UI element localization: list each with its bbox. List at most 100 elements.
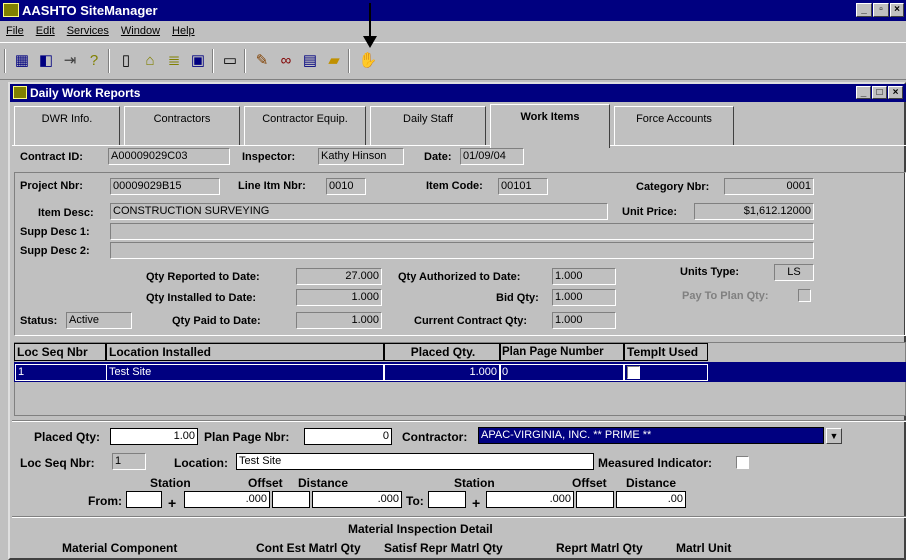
toolbar-separator	[212, 49, 214, 73]
tab-force-accounts[interactable]: Force Accounts	[614, 106, 734, 146]
category-nbr-label: Category Nbr:	[636, 181, 710, 193]
contractor-label: Contractor:	[402, 430, 468, 444]
item-desc-label: Item Desc:	[38, 207, 94, 219]
templt-used-checkbox[interactable]	[627, 366, 640, 379]
date-field: 01/09/04	[460, 148, 524, 165]
to-plus-sign: +	[472, 495, 481, 511]
sub-restore-button[interactable]: □	[872, 86, 887, 99]
save-icon[interactable]: ▣	[188, 51, 208, 71]
chevron-down-icon[interactable]: ▼	[826, 428, 842, 444]
col-templt-used[interactable]: Templt Used	[624, 343, 708, 361]
toolbar-separator	[244, 49, 246, 73]
qty-authorized-field: 1.000	[552, 268, 616, 285]
col-loc-seq-nbr[interactable]: Loc Seq Nbr	[14, 343, 106, 361]
col-satisf-repr-matrl-qty: Satisf Repr Matrl Qty	[384, 541, 503, 555]
tab-dwr-info[interactable]: DWR Info.	[14, 106, 120, 146]
open-icon[interactable]: ⌂	[140, 51, 160, 71]
qty-paid-label: Qty Paid to Date:	[172, 315, 261, 327]
menu-services[interactable]: Services	[67, 25, 109, 37]
col-placed-qty[interactable]: Placed Qty.	[384, 343, 500, 361]
cell-placed-qty[interactable]: 1.000	[384, 364, 500, 381]
measured-indicator-checkbox[interactable]	[736, 456, 749, 469]
contract-id-label: Contract ID:	[20, 151, 83, 163]
menu-help[interactable]: Help	[172, 25, 195, 37]
menu-window[interactable]: Window	[121, 25, 160, 37]
status-field: Active	[66, 312, 132, 329]
sub-minimize-button[interactable]: _	[856, 86, 871, 99]
sub-close-button[interactable]: ×	[888, 86, 903, 99]
to-offset-input[interactable]	[576, 491, 614, 508]
app-title: AASHTO SiteManager	[22, 3, 158, 18]
project-nbr-field: 00009029B15	[110, 178, 220, 195]
tab-contractors[interactable]: Contractors	[124, 106, 240, 146]
col-material-component: Material Component	[62, 541, 178, 555]
comment-icon[interactable]: ▭	[220, 51, 240, 71]
exit-icon[interactable]: ⇥	[60, 51, 80, 71]
from-offset-input[interactable]	[272, 491, 310, 508]
to-station-2-input[interactable]: .000	[486, 491, 574, 508]
menu-bar: File Edit Services Window Help	[0, 21, 906, 41]
help-icon[interactable]: ?	[84, 51, 104, 71]
to-label: To:	[406, 494, 424, 508]
supp-desc-1-field	[110, 223, 814, 240]
qty-installed-label: Qty Installed to Date:	[146, 292, 257, 304]
loc-seq-nbr-label: Loc Seq Nbr:	[20, 456, 95, 470]
link-icon[interactable]: ∞	[276, 51, 296, 71]
templates-icon[interactable]: ✋	[358, 51, 378, 71]
placed-qty-label: Placed Qty:	[34, 430, 101, 444]
pay-to-plan-checkbox[interactable]	[798, 289, 811, 302]
to-station-1-input[interactable]	[428, 491, 466, 508]
line-item-label: Line Itm Nbr:	[238, 180, 306, 192]
toolbar-separator	[108, 49, 110, 73]
menu-file[interactable]: File	[6, 25, 24, 37]
measured-indicator-label: Measured Indicator:	[598, 456, 713, 470]
app-title-bar: AASHTO SiteManager _ ▫ ×	[0, 0, 906, 21]
unit-price-field: $1,612.12000	[694, 203, 814, 220]
folder-icon[interactable]: ▰	[324, 51, 344, 71]
from-station-2-input[interactable]: .000	[184, 491, 270, 508]
loc-seq-nbr-field: 1	[112, 453, 146, 470]
inspector-label: Inspector:	[242, 151, 296, 163]
save-all-icon[interactable]: ◧	[36, 51, 56, 71]
menu-edit[interactable]: Edit	[36, 25, 55, 37]
new-icon[interactable]: ▯	[116, 51, 136, 71]
open-list-icon[interactable]: ≣	[164, 51, 184, 71]
minimize-button[interactable]: _	[856, 3, 872, 17]
supp-desc-1-label: Supp Desc 1:	[20, 226, 90, 238]
placed-qty-input[interactable]: 1.00	[110, 428, 198, 445]
col-reprt-matrl-qty: Reprt Matrl Qty	[556, 541, 643, 555]
tab-daily-staff[interactable]: Daily Staff	[370, 106, 486, 146]
from-distance-input[interactable]: .000	[312, 491, 402, 508]
plan-page-nbr-input[interactable]: 0	[304, 428, 392, 445]
contract-id-field: A00009029C03	[108, 148, 230, 165]
calendar-icon[interactable]: ▤	[300, 51, 320, 71]
unit-price-label: Unit Price:	[622, 206, 678, 218]
tab-content-border	[12, 145, 906, 146]
from-distance-header: Distance	[298, 476, 349, 490]
pencil-icon[interactable]: ✎	[252, 51, 272, 71]
cell-plan-page[interactable]: 0	[500, 364, 624, 381]
from-station-header: Station	[150, 476, 191, 490]
item-desc-field: CONSTRUCTION SURVEYING	[110, 203, 608, 220]
col-matrl-unit: Matrl Unit	[676, 541, 732, 555]
cell-location[interactable]: Test Site	[106, 364, 384, 381]
contractor-select[interactable]: APAC-VIRGINIA, INC. ** PRIME **	[478, 427, 824, 444]
tab-work-items[interactable]: Work Items	[490, 104, 610, 148]
to-distance-input[interactable]: .00	[616, 491, 686, 508]
current-contract-qty-field: 1.000	[552, 312, 616, 329]
grid-icon[interactable]: ▦	[12, 51, 32, 71]
toolbar: ▦ ◧ ⇥ ? ▯ ⌂ ≣ ▣ ▭ ✎ ∞ ▤ ▰ ✋	[0, 42, 906, 80]
restore-button[interactable]: ▫	[873, 3, 889, 17]
item-code-label: Item Code:	[426, 180, 483, 192]
location-input[interactable]: Test Site	[236, 453, 594, 470]
to-station-header: Station	[454, 476, 495, 490]
to-distance-header: Distance	[626, 476, 677, 490]
col-location-installed[interactable]: Location Installed	[106, 343, 384, 361]
location-label: Location:	[174, 456, 228, 470]
col-plan-page-number[interactable]: Plan Page Number	[500, 343, 624, 361]
tab-contractor-equip[interactable]: Contractor Equip.	[244, 106, 366, 146]
cell-loc-seq[interactable]: 1	[15, 364, 107, 381]
close-button[interactable]: ×	[890, 3, 904, 17]
from-station-1-input[interactable]	[126, 491, 162, 508]
from-offset-header: Offset	[248, 476, 283, 490]
